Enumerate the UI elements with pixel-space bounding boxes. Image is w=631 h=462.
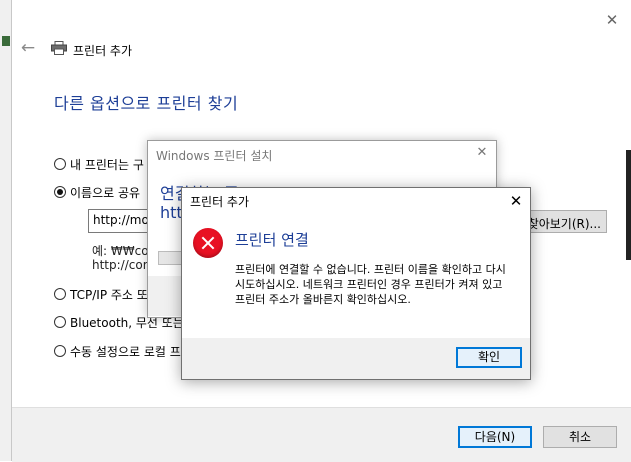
install-progress-bar <box>158 251 182 265</box>
error-close-icon[interactable]: ✕ <box>505 192 527 210</box>
ok-button[interactable]: 확인 <box>456 347 522 368</box>
error-heading: 프린터 연결 <box>235 231 309 249</box>
wizard-close-icon[interactable]: ✕ <box>600 8 624 32</box>
radio-option-1-label[interactable]: 내 프린터는 구 <box>70 156 144 173</box>
install-close-icon[interactable]: ✕ <box>470 143 494 163</box>
desktop-app-icon <box>2 36 10 46</box>
printer-icon <box>51 41 67 55</box>
install-dialog-subtext: htt <box>160 203 183 222</box>
radio-option-2[interactable] <box>54 186 66 198</box>
radio-option-2-label[interactable]: 이름으로 공유 <box>70 184 140 201</box>
install-dialog-title: Windows 프린터 설치 <box>156 149 273 163</box>
back-arrow-icon[interactable]: ← <box>18 38 38 58</box>
desktop-edge-left <box>0 0 11 461</box>
radio-option-5[interactable] <box>54 345 66 357</box>
radio-option-4[interactable] <box>54 316 66 328</box>
radio-option-1[interactable] <box>54 158 66 170</box>
radio-option-3[interactable] <box>54 288 66 300</box>
next-button[interactable]: 다음(N) <box>458 426 532 448</box>
error-icon <box>193 228 223 258</box>
install-dialog-footer <box>148 276 181 316</box>
cancel-button[interactable]: 취소 <box>543 426 617 448</box>
browse-button[interactable]: 찾아보기(R)... <box>518 210 607 233</box>
wizard-nav-title: 프린터 추가 <box>73 44 133 58</box>
radio-option-3-label[interactable]: TCP/IP 주소 또 <box>70 286 148 303</box>
wizard-heading: 다른 옵션으로 프린터 찾기 <box>54 94 239 113</box>
desktop-edge-right <box>626 150 631 260</box>
example-text-line-2: http://com <box>92 258 155 272</box>
wizard-footer <box>12 407 631 462</box>
error-dialog-title: 프린터 추가 <box>190 195 250 209</box>
radio-option-5-label[interactable]: 수동 설정으로 로컬 프 <box>70 343 181 360</box>
error-message: 프린터에 연결할 수 없습니다. 프린터 이름을 확인하고 다시 시도하십시오.… <box>235 263 506 306</box>
